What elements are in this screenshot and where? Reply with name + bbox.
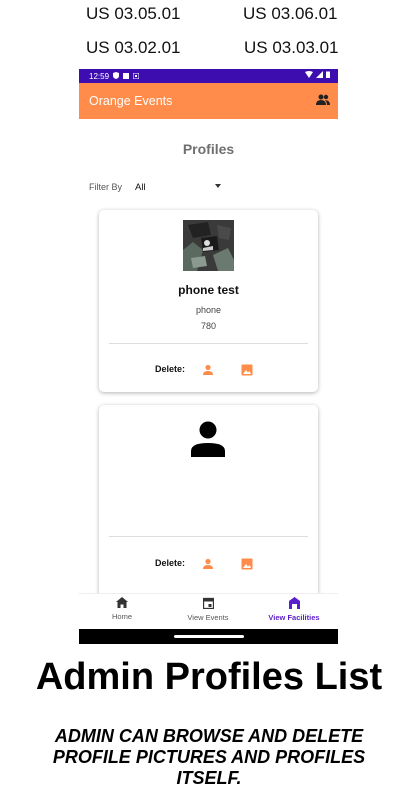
user-story-label: US 03.05.01 (86, 4, 181, 23)
delete-label: Delete: (155, 558, 186, 568)
shield-icon (113, 71, 120, 81)
signal-icon (316, 71, 323, 80)
profile-card[interactable]: Delete: (99, 405, 318, 605)
nav-home[interactable]: Home (79, 597, 165, 621)
profile-phone: phone (195, 305, 222, 315)
user-story-label: US 03.02.01 (86, 38, 181, 57)
nav-facilities-label: View Facilities (268, 613, 320, 622)
calendar-icon (202, 597, 214, 611)
nav-home-label: Home (111, 612, 132, 621)
page-title: Profiles (182, 141, 235, 157)
building-icon (288, 597, 301, 611)
people-icon[interactable] (316, 93, 330, 111)
delete-image-icon[interactable] (241, 557, 253, 570)
profile-name: phone test (178, 283, 239, 297)
phone-screen: 12:59 Orange Events Profiles Filter By A… (79, 69, 338, 644)
app-title: Orange Events (89, 94, 173, 108)
avatar-placeholder-icon (189, 421, 227, 462)
nav-view-events[interactable]: View Events (165, 597, 251, 622)
wifi-icon (305, 71, 313, 80)
filter-label: Filter By (89, 182, 123, 192)
status-bar: 12:59 (79, 69, 338, 83)
filter-value: All (135, 182, 146, 193)
profile-photo (183, 220, 234, 271)
delete-image-icon[interactable] (241, 363, 253, 376)
profile-card[interactable]: phone test phone 780 Delete: (99, 210, 318, 392)
home-icon (116, 597, 128, 610)
notification-icon (123, 72, 130, 81)
nav-view-facilities[interactable]: View Facilities (251, 597, 337, 622)
app-notification-icon (132, 72, 140, 81)
user-story-label: US 03.06.01 (243, 4, 338, 23)
status-time: 12:59 (89, 71, 110, 81)
caption-title: Admin Profiles List (35, 656, 383, 698)
delete-profile-icon[interactable] (202, 557, 214, 569)
caption-description: ADMIN CAN BROWSE AND DELETE PROFILE PICT… (52, 726, 366, 788)
user-story-label: US 03.03.01 (244, 38, 339, 57)
delete-label: Delete: (155, 364, 186, 374)
nav-events-label: View Events (187, 613, 229, 622)
filter-dropdown[interactable]: All (135, 180, 221, 194)
gesture-bar (79, 629, 338, 644)
divider (109, 536, 308, 537)
bottom-navigation: Home View Events View Facilities (79, 593, 338, 630)
delete-profile-icon[interactable] (202, 363, 214, 375)
battery-icon (326, 71, 330, 80)
gesture-handle[interactable] (174, 635, 244, 638)
profile-detail: 780 (200, 321, 217, 331)
app-bar: Orange Events (79, 83, 338, 119)
chevron-down-icon (215, 184, 221, 188)
divider (109, 343, 308, 344)
